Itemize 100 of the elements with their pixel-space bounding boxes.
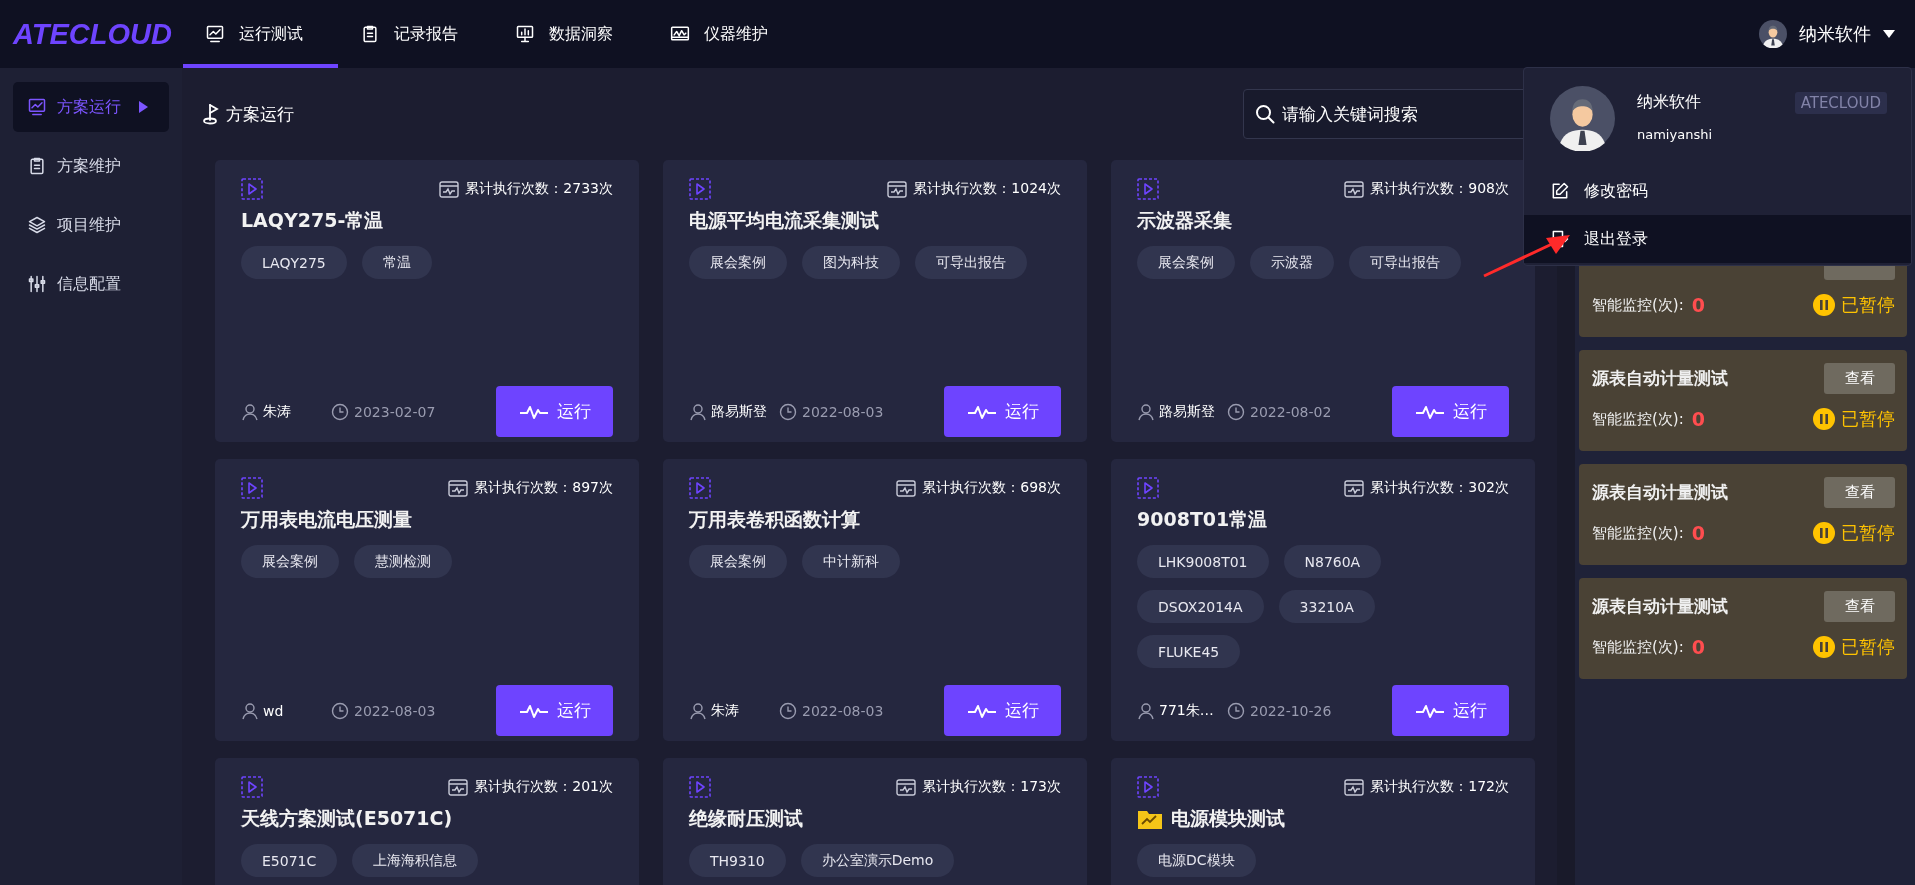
tag: 可导出报告 (915, 246, 1027, 279)
monitor-title: 源表自动计量测试 (1592, 481, 1728, 504)
nav-tab[interactable]: 数据洞察 (493, 0, 648, 68)
tag: 展会案例 (1137, 246, 1235, 279)
monitor-icon (887, 180, 908, 198)
plan-title: 天线方案测试(E5071C) (241, 806, 453, 831)
clock-icon (779, 402, 797, 421)
author-name: 路易斯登 (711, 402, 767, 421)
tag: 展会案例 (689, 545, 787, 578)
date: 2022-08-02 (1250, 403, 1332, 420)
execution-count: 累计执行次数：172次 (1370, 778, 1509, 796)
sidebar-item[interactable]: 信息配置 (13, 259, 169, 309)
monitor-value: 0 (1691, 636, 1706, 658)
clock-icon (1227, 701, 1245, 720)
pause-icon (1813, 408, 1835, 430)
run-button[interactable]: 运行 (944, 685, 1061, 736)
avatar-icon (1550, 86, 1615, 151)
nav-tab[interactable]: 记录报告 (338, 0, 493, 68)
tag: 图为科技 (802, 246, 900, 279)
play-icon (689, 776, 711, 798)
run-button[interactable]: 运行 (1392, 386, 1509, 437)
monitor-icon (439, 180, 460, 198)
plan-title: 万用表卷积函数计算 (689, 507, 860, 532)
monitor-icon (448, 778, 469, 796)
monitor-value: 0 (1691, 294, 1706, 316)
user-icon (241, 701, 259, 720)
tag: 电源DC模块 (1137, 844, 1256, 877)
menu-item[interactable]: 退出登录 (1524, 215, 1911, 263)
monitor-icon (896, 479, 917, 497)
author-name: 朱涛 (711, 701, 739, 720)
run-button[interactable]: 运行 (496, 685, 613, 736)
play-icon (241, 776, 263, 798)
chart-icon (205, 24, 225, 44)
search-icon (1255, 104, 1275, 124)
view-button[interactable]: 查看 (1824, 477, 1895, 508)
date: 2022-08-03 (802, 403, 884, 420)
user-icon (689, 701, 707, 720)
execution-count: 累计执行次数：1024次 (913, 180, 1061, 198)
plan-title: 电源模块测试 (1171, 806, 1285, 831)
monitor-icon (896, 778, 917, 796)
date: 2022-08-03 (802, 702, 884, 719)
user-menu-button[interactable]: 纳米软件 (1759, 0, 1915, 68)
date: 2022-10-26 (1250, 702, 1332, 719)
tag: E5071C (241, 844, 338, 877)
monitor-icon (1344, 778, 1365, 796)
menu-item[interactable]: 修改密码 (1524, 167, 1911, 215)
pulse-icon (518, 403, 549, 420)
author-name: wd (263, 702, 284, 719)
play-icon (241, 477, 263, 499)
user-icon (689, 402, 707, 421)
tag: FLUKE45 (1137, 635, 1241, 668)
sliders-icon (27, 274, 47, 294)
author-name: 路易斯登 (1159, 402, 1215, 421)
run-button[interactable]: 运行 (944, 386, 1061, 437)
clock-icon (331, 402, 349, 421)
tag: TH9310 (689, 844, 786, 877)
clipboard-icon (360, 24, 380, 44)
sidebar-item[interactable]: 项目维护 (13, 200, 169, 250)
pause-icon (1813, 294, 1835, 316)
tag: 展会案例 (241, 545, 339, 578)
status-text: 已暂停 (1841, 293, 1895, 317)
date: 2022-08-03 (354, 702, 436, 719)
user-icon (1137, 701, 1155, 720)
sidebar-item[interactable]: 方案维护 (13, 141, 169, 191)
view-button[interactable]: 查看 (1824, 363, 1895, 394)
tag: 上海海积信息 (352, 844, 479, 877)
tag: LAQY275 (241, 246, 347, 279)
plan-title: 9008T01常温 (1137, 507, 1268, 532)
sidebar-item[interactable]: 方案运行 (13, 82, 169, 132)
app-badge: ATECLOUD (1794, 92, 1887, 114)
plan-title: 绝缘耐压测试 (689, 806, 803, 831)
execution-count: 累计执行次数：698次 (922, 479, 1061, 497)
plan-title: 示波器采集 (1137, 208, 1232, 233)
account-name: namiyanshi (1637, 127, 1713, 142)
author-name: 朱涛 (263, 402, 291, 421)
tag: 中计新科 (802, 545, 900, 578)
clipboard-icon (27, 156, 47, 176)
pulse-icon (518, 702, 549, 719)
nav-tab[interactable]: 仪器维护 (648, 0, 803, 68)
plan-title: 电源平均电流采集测试 (689, 208, 879, 233)
caret-icon (139, 101, 148, 113)
run-button[interactable]: 运行 (1392, 685, 1509, 736)
view-button[interactable]: 查看 (1824, 591, 1895, 622)
execution-count: 累计执行次数：2733次 (465, 180, 613, 198)
tag: N8760A (1283, 545, 1382, 578)
monitor-value: 0 (1691, 408, 1706, 430)
tag: 33210A (1278, 590, 1375, 623)
page-title: 方案运行 (226, 102, 294, 126)
pulse-icon (1414, 702, 1445, 719)
bar-chart-icon (515, 24, 535, 44)
user-icon (241, 402, 259, 421)
author-name: 771朱… (1159, 701, 1214, 720)
monitor-label: 智能监控(次): (1592, 523, 1684, 543)
clock-icon (331, 701, 349, 720)
monitor-icon (1344, 479, 1365, 497)
run-button[interactable]: 运行 (496, 386, 613, 437)
caret-icon (1883, 30, 1895, 38)
clock-icon (1227, 402, 1245, 421)
flag-icon (202, 103, 220, 125)
monitor-title: 源表自动计量测试 (1592, 595, 1728, 618)
